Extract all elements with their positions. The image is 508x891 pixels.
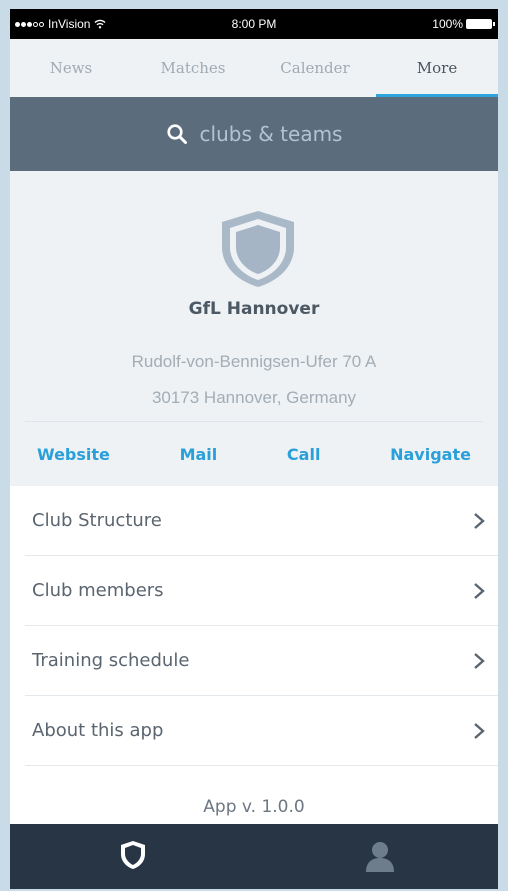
tab-news[interactable]: News <box>10 39 132 97</box>
navigate-link[interactable]: Navigate <box>378 441 483 468</box>
status-bar: InVision 8:00 PM 100% <box>10 9 498 39</box>
menu-list: Club Structure Club members Training sch… <box>10 486 498 766</box>
chevron-right-icon <box>474 652 485 669</box>
address-line-2: 30173 Hannover, Germany <box>151 388 357 407</box>
chevron-right-icon <box>474 722 485 739</box>
menu-item-label: About this app <box>32 720 164 741</box>
bottom-tab-bar <box>10 824 498 889</box>
menu-item-label: Club members <box>32 580 164 601</box>
divider <box>25 421 483 422</box>
menu-item-club-structure[interactable]: Club Structure <box>25 486 498 556</box>
club-actions: Website Mail Call Navigate <box>25 441 483 468</box>
call-link[interactable]: Call <box>275 441 333 468</box>
battery-percent: 100% <box>432 17 463 31</box>
menu-item-training-schedule[interactable]: Training schedule <box>25 626 498 696</box>
phone-screen: InVision 8:00 PM 100% News Matches Calen… <box>10 9 498 889</box>
club-header: GfL Hannover Rudolf-von-Bennigsen-Ufer 7… <box>10 171 498 486</box>
club-name: GfL Hannover <box>188 299 320 319</box>
tab-more[interactable]: More <box>376 39 498 97</box>
chevron-right-icon <box>474 512 485 529</box>
menu-item-label: Club Structure <box>32 510 162 531</box>
search-icon <box>166 124 187 144</box>
menu-item-about-app[interactable]: About this app <box>25 696 498 766</box>
tab-calender[interactable]: Calender <box>254 39 376 97</box>
mail-link[interactable]: Mail <box>168 441 230 468</box>
chevron-right-icon <box>474 582 485 599</box>
person-icon[interactable] <box>364 840 396 872</box>
menu-item-label: Training schedule <box>32 650 190 671</box>
top-tab-bar: News Matches Calender More <box>10 39 498 97</box>
app-version: App v. 1.0.0 <box>203 797 305 817</box>
shield-icon <box>222 211 294 287</box>
club-address: Rudolf-von-Bennigsen-Ufer 70 A 30173 Han… <box>10 344 498 416</box>
tab-matches[interactable]: Matches <box>132 39 254 97</box>
shield-icon[interactable] <box>120 840 146 870</box>
search-bar[interactable]: clubs & teams <box>10 97 498 171</box>
website-link[interactable]: Website <box>25 441 122 468</box>
menu-item-club-members[interactable]: Club members <box>25 556 498 626</box>
battery-icon <box>466 19 495 29</box>
status-time: 8:00 PM <box>231 17 277 31</box>
search-placeholder: clubs & teams <box>199 122 343 146</box>
address-line-1: Rudolf-von-Bennigsen-Ufer 70 A <box>131 352 377 371</box>
status-right: 100% <box>432 17 495 31</box>
